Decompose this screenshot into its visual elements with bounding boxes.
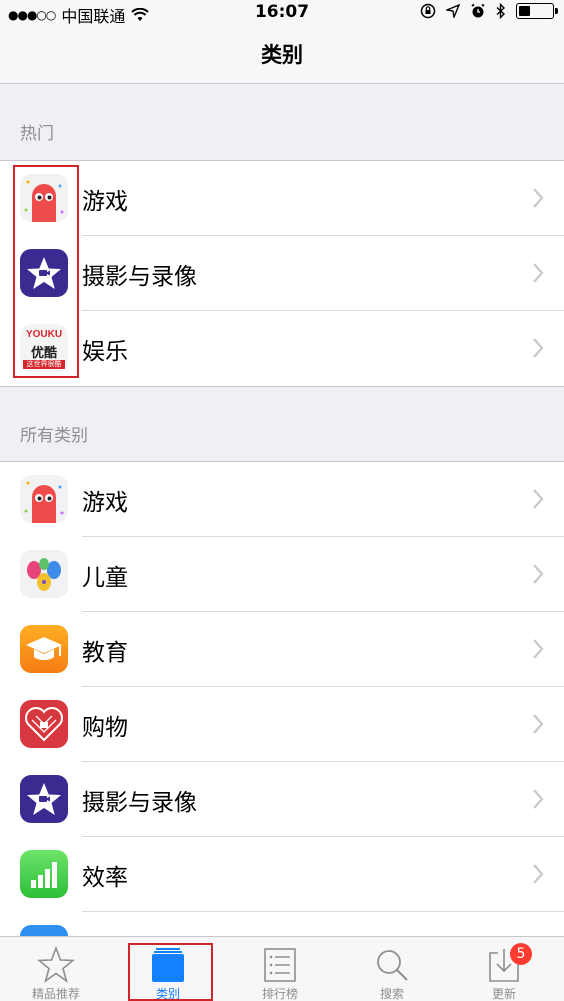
updates-badge: 5 — [510, 943, 532, 965]
productivity-icon — [20, 850, 68, 898]
highlight-box-popular-icons — [13, 165, 79, 378]
kids-icon — [20, 550, 68, 598]
category-label: 摄影与录像 — [82, 263, 197, 290]
status-right — [420, 3, 558, 19]
tab-label: 精品推荐 — [31, 987, 80, 1001]
category-row-games[interactable]: 游戏 — [0, 462, 564, 537]
search-icon — [377, 950, 408, 981]
section-header-popular: 热门 — [20, 124, 54, 144]
category-row-education[interactable]: 教育 — [0, 612, 564, 687]
shopping-icon — [20, 700, 68, 748]
category-row-kids[interactable]: 儿童 — [0, 537, 564, 612]
tab-updates[interactable]: 5 更新 — [448, 937, 560, 1001]
category-row-photo-video[interactable]: 摄影与录像 — [0, 762, 564, 837]
star-icon — [36, 945, 76, 983]
section-header-all-categories: 所有类别 — [20, 426, 88, 446]
tab-bar: 精品推荐 类别 排行榜 搜索 5 更新 — [0, 936, 564, 1001]
category-label: 娱乐 — [82, 338, 128, 365]
chevron-right-icon — [533, 263, 544, 283]
category-label: 效率 — [82, 864, 128, 891]
battery-icon — [516, 3, 558, 19]
category-label: 游戏 — [82, 188, 128, 215]
location-icon — [446, 4, 460, 18]
status-bar: ●●●○○ 中国联通 16:07 — [0, 0, 564, 26]
all-category-list: 游戏 儿童 教育 购物 摄影与录像 效率 — [0, 461, 564, 987]
category-row-productivity[interactable]: 效率 — [0, 837, 564, 912]
category-label: 购物 — [82, 714, 128, 741]
rotation-lock-icon — [420, 3, 436, 19]
tab-top-charts[interactable]: 排行榜 — [224, 937, 336, 1001]
chevron-right-icon — [533, 188, 544, 208]
category-label: 摄影与录像 — [82, 789, 197, 816]
battery-fill — [519, 6, 530, 16]
education-icon — [20, 625, 68, 673]
chevron-right-icon — [533, 639, 544, 659]
category-label: 游戏 — [82, 489, 128, 516]
chevron-right-icon — [533, 338, 544, 358]
category-row-photo-video[interactable]: 摄影与录像 — [0, 236, 564, 311]
category-label: 儿童 — [82, 564, 128, 591]
bluetooth-icon — [496, 3, 506, 19]
tab-label: 排行榜 — [261, 987, 298, 1001]
tab-search[interactable]: 搜索 — [336, 937, 448, 1001]
navigation-bar: 类别 — [0, 26, 564, 84]
category-row-games[interactable]: 游戏 — [0, 161, 564, 236]
chevron-right-icon — [533, 489, 544, 509]
popular-category-list: 游戏 摄影与录像 YOUKU 优酷 这世界很酷 娱乐 — [0, 160, 564, 387]
chevron-right-icon — [533, 714, 544, 734]
game-icon — [20, 475, 68, 523]
tab-featured[interactable]: 精品推荐 — [0, 937, 112, 1001]
category-row-entertainment[interactable]: YOUKU 优酷 这世界很酷 娱乐 — [0, 311, 564, 386]
tab-label: 搜索 — [379, 987, 404, 1001]
photo-video-icon — [20, 775, 68, 823]
chevron-right-icon — [533, 789, 544, 809]
tab-label: 更新 — [491, 987, 516, 1001]
category-row-shopping[interactable]: 购物 — [0, 687, 564, 762]
page-title: 类别 — [261, 43, 303, 67]
highlight-box-categories-tab — [128, 943, 213, 1001]
chevron-right-icon — [533, 564, 544, 584]
category-label: 教育 — [82, 639, 128, 666]
chevron-right-icon — [533, 864, 544, 884]
list-icon — [264, 948, 296, 982]
alarm-icon — [471, 3, 485, 18]
